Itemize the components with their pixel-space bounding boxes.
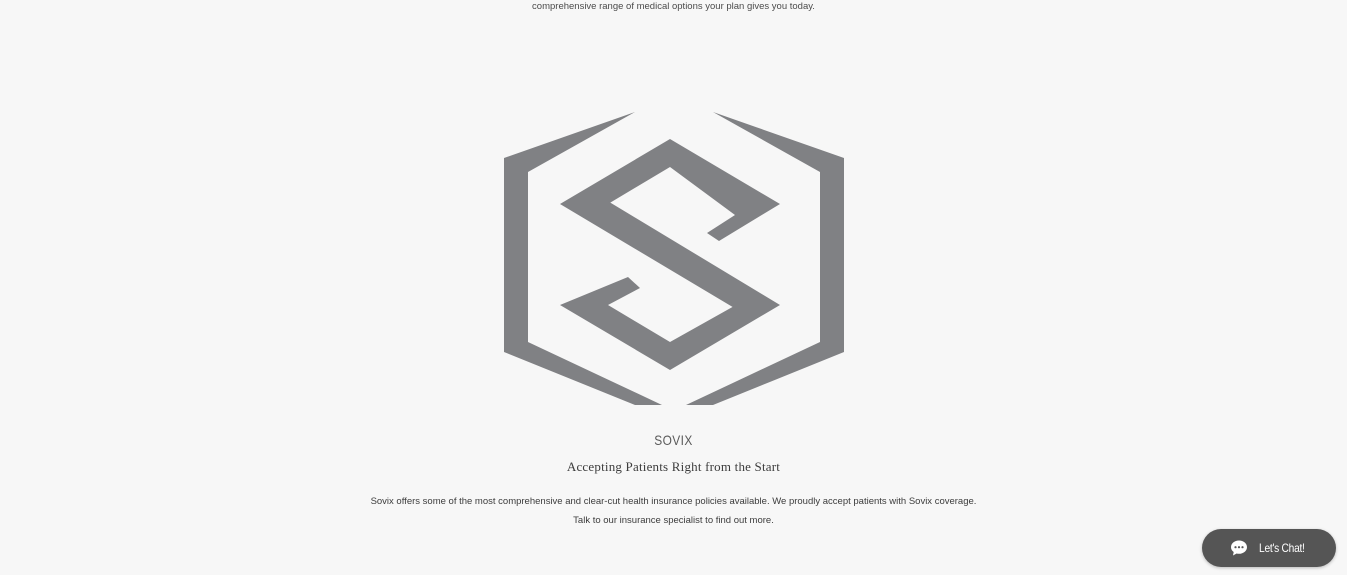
chat-bubble-icon [1230,539,1248,557]
section-description: Sovix offers some of the most comprehens… [370,495,977,526]
sovix-logo [504,112,844,405]
brand-name: SOVIX [654,432,693,448]
chat-label: Let's Chat! [1258,541,1305,555]
section-headline: Accepting Patients Right from the Start [566,459,781,474]
intro-text: comprehensive range of medical options y… [532,1,815,12]
lets-chat-button[interactable]: Let's Chat! [1202,529,1336,567]
